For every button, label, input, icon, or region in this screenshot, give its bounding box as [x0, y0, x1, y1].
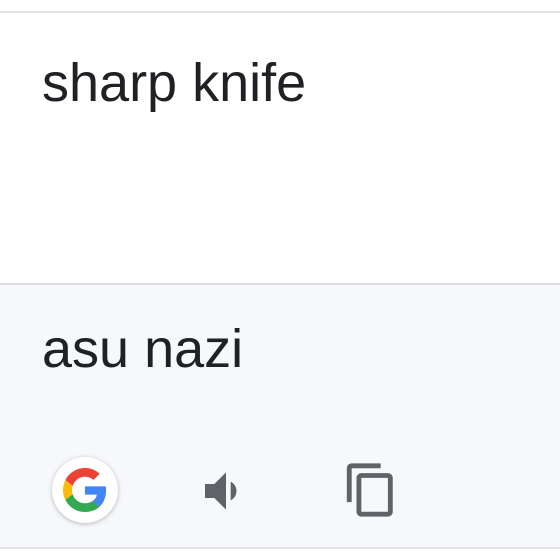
google-search-button[interactable]	[52, 457, 118, 523]
listen-button[interactable]	[196, 461, 256, 521]
source-panel[interactable]: sharp knife	[0, 13, 560, 283]
translation-card: sharp knife asu nazi	[0, 0, 560, 560]
google-g-icon	[63, 468, 107, 512]
translation-text[interactable]: asu nazi	[42, 317, 243, 381]
bottom-divider	[0, 547, 560, 549]
copy-icon	[346, 463, 393, 517]
source-text[interactable]: sharp knife	[42, 51, 306, 115]
copy-button[interactable]	[340, 459, 402, 521]
translation-panel: asu nazi	[0, 285, 560, 547]
speaker-icon	[205, 472, 237, 510]
